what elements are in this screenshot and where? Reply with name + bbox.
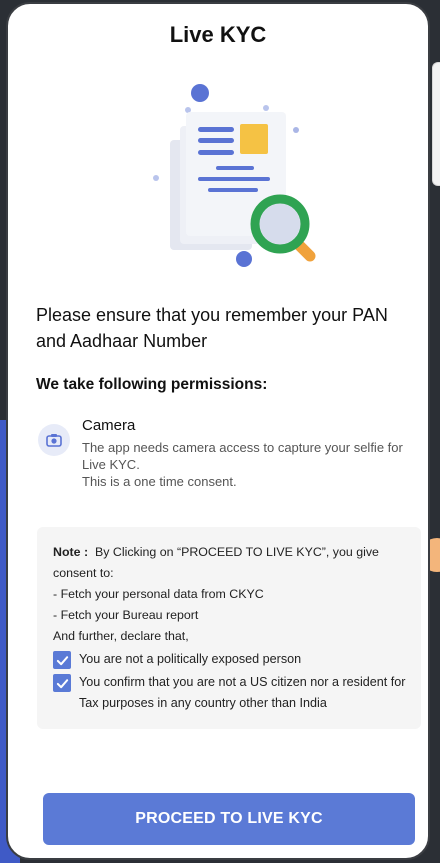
kyc-sheet: Live KYC Please ensure that you remember… (6, 2, 430, 860)
us-citizen-declaration[interactable]: You confirm that you are not a US citize… (53, 672, 407, 714)
checkmark-icon (56, 678, 68, 688)
note-declare: And further, declare that, (53, 629, 189, 643)
note-item-ckyc: - Fetch your personal data from CKYC (53, 587, 264, 601)
note-text: By Clicking on “PROCEED TO LIVE KYC”, yo… (53, 545, 379, 580)
consent-note: Note : By Clicking on “PROCEED TO LIVE K… (37, 527, 421, 729)
note-item-bureau: - Fetch your Bureau report (53, 608, 199, 622)
camera-permission-title: Camera (82, 417, 136, 434)
us-citizen-label: You confirm that you are not a US citize… (79, 675, 406, 710)
background-card (432, 62, 440, 186)
us-citizen-checkbox[interactable] (53, 674, 71, 692)
page-title: Live KYC (169, 22, 267, 47)
note-intro: Note : By Clicking on “PROCEED TO LIVE K… (53, 542, 407, 584)
pep-label: You are not a politically exposed person (79, 652, 302, 666)
permissions-heading: We take following permissions: (36, 376, 268, 393)
camera-consent-text: This is a one time consent. (82, 474, 237, 489)
camera-permission-text: The app needs camera access to capture y… (82, 440, 403, 472)
headline: Please ensure that you remember your PAN… (36, 305, 388, 351)
checkmark-icon (56, 655, 68, 665)
camera-permission-description: The app needs camera access to capture y… (82, 439, 417, 490)
pep-declaration[interactable]: You are not a politically exposed person (53, 649, 407, 670)
note-label: Note : (53, 545, 89, 559)
proceed-button[interactable]: PROCEED TO LIVE KYC (43, 793, 415, 845)
pep-checkbox[interactable] (53, 651, 71, 669)
camera-icon (38, 424, 70, 456)
document-search-icon (153, 84, 316, 267)
